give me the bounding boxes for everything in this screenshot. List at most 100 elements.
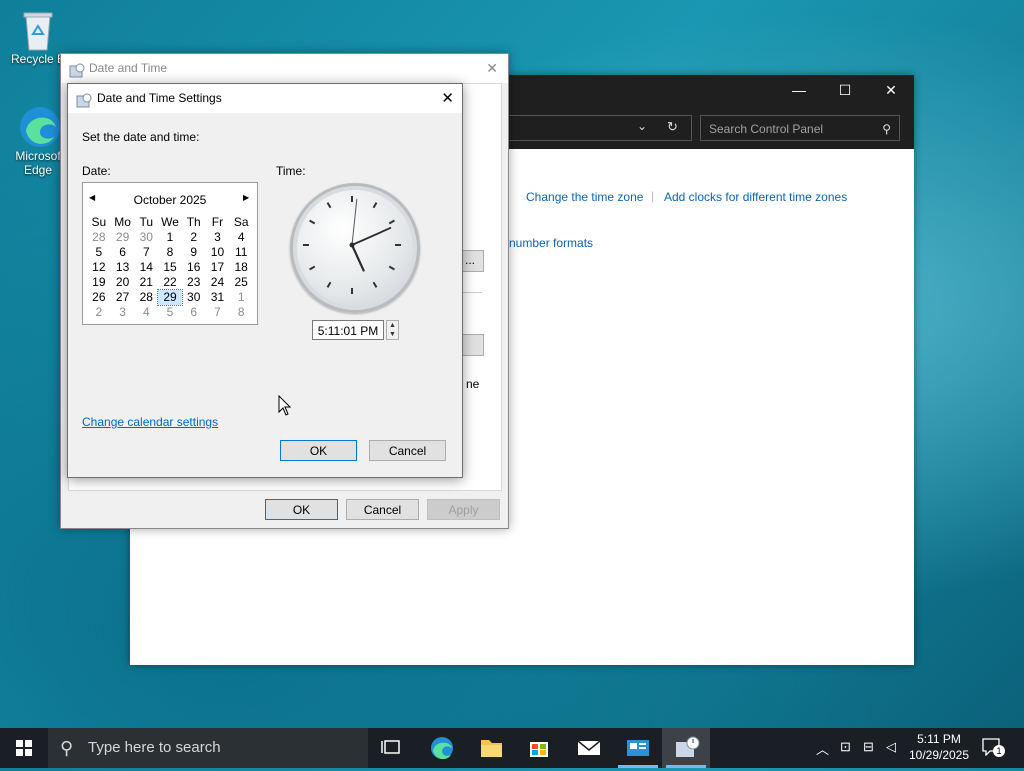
clock-second-hand <box>351 198 358 246</box>
calendar-day[interactable]: 15 <box>158 260 182 275</box>
calendar-day[interactable]: 4 <box>229 230 253 245</box>
calendar-day[interactable]: 4 <box>134 305 158 320</box>
calendar-day[interactable]: 7 <box>206 305 230 320</box>
calendar-day[interactable]: 12 <box>87 260 111 275</box>
date-time-taskbar-button[interactable] <box>662 728 710 768</box>
calendar-day[interactable]: 26 <box>87 290 111 305</box>
calendar-day[interactable]: 8 <box>158 245 182 260</box>
calendar-day[interactable]: 29 <box>111 230 135 245</box>
calendar-next-icon[interactable]: ▶ <box>243 193 249 202</box>
settings-cancel-button[interactable]: Cancel <box>369 440 446 461</box>
change-calendar-settings-link[interactable]: Change calendar settings <box>82 415 218 429</box>
clock-tick <box>388 219 395 225</box>
calendar-day[interactable]: 10 <box>206 245 230 260</box>
taskbar-clock[interactable]: 5:11 PM 10/29/2025 <box>905 731 973 764</box>
calendar-weekday: Su <box>91 215 107 229</box>
calendar-day[interactable]: 28 <box>87 230 111 245</box>
calendar-day[interactable]: 24 <box>206 275 230 290</box>
store-button[interactable] <box>515 728 563 768</box>
calendar-day[interactable]: 22 <box>158 275 182 290</box>
edge-icon <box>431 737 453 760</box>
partial-text: ne <box>466 377 480 391</box>
calendar-day[interactable]: 5 <box>87 245 111 260</box>
settings-close-button[interactable]: ✕ <box>441 84 454 113</box>
calendar-weekday: Th <box>186 215 201 229</box>
calendar-day[interactable]: 11 <box>229 245 253 260</box>
address-bar[interactable]: ⌄ ↻ <box>502 115 692 141</box>
change-time-zone-link[interactable]: Change the time zone <box>526 190 643 204</box>
calendar-day[interactable]: 8 <box>229 305 253 320</box>
chevron-down-icon[interactable]: ⌄ <box>637 119 647 133</box>
taskbar-time: 5:11 PM <box>917 732 961 746</box>
action-center-button[interactable]: 1 <box>982 738 1005 757</box>
calendar-day[interactable]: 31 <box>206 290 230 305</box>
date-time-cancel-button[interactable]: Cancel <box>346 499 419 520</box>
spinner-down-icon[interactable]: ▼ <box>387 330 398 339</box>
task-view-button[interactable] <box>368 728 416 768</box>
network-icon[interactable]: ⊟ <box>863 739 874 755</box>
clock-tick <box>326 281 332 288</box>
taskbar-edge-button[interactable] <box>418 728 466 768</box>
control-panel-taskbar-button[interactable] <box>614 728 662 768</box>
calendar-day[interactable]: 6 <box>111 245 135 260</box>
calendar-day[interactable]: 21 <box>134 275 158 290</box>
partial-button[interactable]: ... <box>462 250 484 272</box>
add-clocks-link[interactable]: Add clocks for different time zones <box>664 190 847 204</box>
calendar-day[interactable]: 19 <box>87 275 111 290</box>
time-spinner[interactable]: ▲ ▼ <box>386 320 399 340</box>
partial-button-label: ... <box>465 253 476 267</box>
calendar-day[interactable]: 1 <box>229 290 253 305</box>
calendar-day[interactable]: 14 <box>134 260 158 275</box>
calendar-day[interactable]: 13 <box>111 260 135 275</box>
maximize-button[interactable]: ☐ <box>822 75 868 105</box>
calendar-week-row: 26 27 28 29 30 31 1 <box>87 289 253 306</box>
spinner-up-icon[interactable]: ▲ <box>387 321 398 330</box>
calendar-day-selected[interactable]: 29 <box>157 289 183 306</box>
start-button[interactable] <box>0 728 48 768</box>
calendar-day[interactable]: 28 <box>134 290 158 305</box>
calendar-day[interactable]: 16 <box>182 260 206 275</box>
search-placeholder: Search Control Panel <box>709 122 824 136</box>
settings-ok-button[interactable]: OK <box>280 440 357 461</box>
calendar-day[interactable]: 5 <box>158 305 182 320</box>
calendar-day[interactable]: 23 <box>182 275 206 290</box>
analog-clock <box>290 183 420 313</box>
partial-button-2[interactable] <box>462 334 484 356</box>
refresh-icon[interactable]: ↻ <box>667 119 678 135</box>
taskbar-search-input[interactable]: ⚲ Type here to search <box>48 728 368 768</box>
close-button[interactable]: ✕ <box>868 75 914 105</box>
calendar-day[interactable]: 20 <box>111 275 135 290</box>
calendar-day[interactable]: 18 <box>229 260 253 275</box>
calendar-day[interactable]: 30 <box>134 230 158 245</box>
minimize-button[interactable]: — <box>776 75 822 105</box>
calendar-day[interactable]: 3 <box>206 230 230 245</box>
clock-tick <box>309 219 316 225</box>
calendar-day[interactable]: 6 <box>182 305 206 320</box>
volume-muted-icon[interactable]: ◁ <box>886 739 896 755</box>
control-panel-search-input[interactable]: Search Control Panel ⚲ <box>700 115 900 141</box>
edge-icon <box>18 105 60 147</box>
clock-tick <box>372 202 378 209</box>
calendar-day[interactable]: 3 <box>111 305 135 320</box>
calendar-day[interactable]: 30 <box>182 290 206 305</box>
calendar-day[interactable]: 2 <box>182 230 206 245</box>
calendar-day[interactable]: 1 <box>158 230 182 245</box>
date-time-close-button[interactable]: ✕ <box>486 54 498 83</box>
date-time-apply-button[interactable]: Apply <box>427 499 500 520</box>
time-input[interactable]: 5:11:01 PM <box>312 320 384 340</box>
calendar-weekday: Mo <box>114 215 131 229</box>
calendar-day[interactable]: 25 <box>229 275 253 290</box>
meet-now-icon[interactable]: ⊡ <box>840 739 851 755</box>
calendar-day[interactable]: 27 <box>111 290 135 305</box>
number-formats-link[interactable]: number formats <box>509 236 593 250</box>
recycle-bin-label: Recycle B <box>10 52 66 66</box>
mail-button[interactable] <box>565 728 613 768</box>
calendar-day[interactable]: 7 <box>134 245 158 260</box>
calendar-day[interactable]: 17 <box>206 260 230 275</box>
calendar-month-year[interactable]: October 2025 <box>83 193 257 207</box>
calendar-day[interactable]: 2 <box>87 305 111 320</box>
calendar-day[interactable]: 9 <box>182 245 206 260</box>
file-explorer-button[interactable] <box>467 728 515 768</box>
date-time-ok-button[interactable]: OK <box>265 499 338 520</box>
tray-chevron-up-icon[interactable]: ︿ <box>816 739 829 758</box>
